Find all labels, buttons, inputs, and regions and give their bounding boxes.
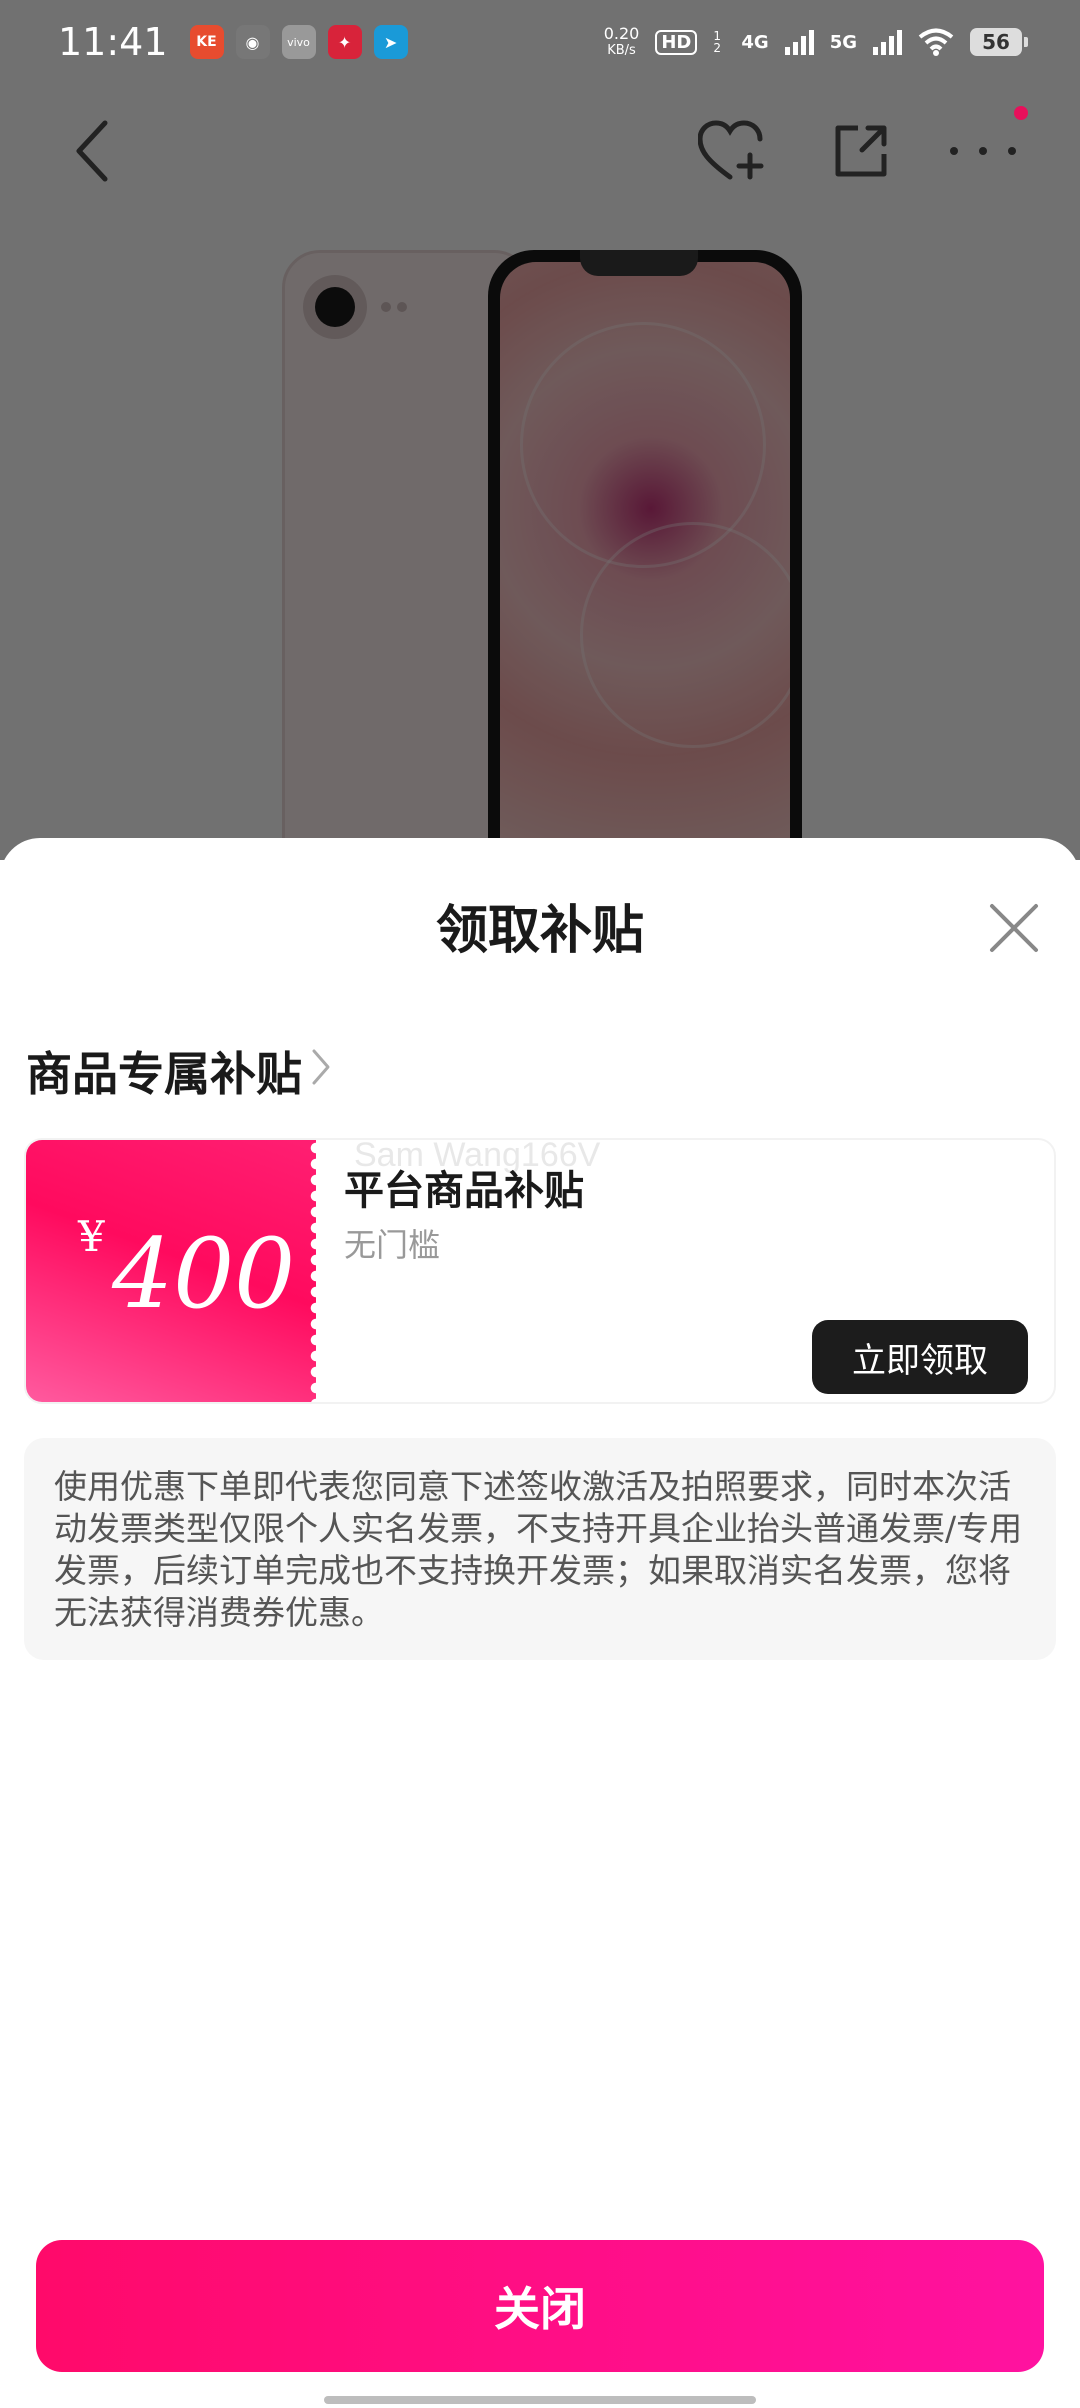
- section-title-label: 商品专属补贴: [26, 1047, 302, 1101]
- game-app-icon: ✦: [327, 25, 362, 59]
- sim-slots: 1 2: [713, 29, 722, 55]
- signal-5g-icon: [873, 29, 902, 55]
- claim-now-button[interactable]: 立即领取: [812, 1320, 1028, 1394]
- keep-app-icon: KE: [189, 25, 224, 59]
- vivo-app-icon: vivo: [281, 25, 316, 59]
- coupon-value-panel: ¥ 400: [26, 1140, 322, 1402]
- coupon-name: 平台商品补贴: [344, 1168, 584, 1214]
- coupon-amount: 400: [112, 1218, 296, 1330]
- net-speed: 0.20 KB/s: [603, 24, 640, 58]
- chevron-right-icon: [310, 1044, 332, 1098]
- product-top-nav: [0, 96, 1080, 206]
- coupon-card: ¥ 400 Sam Wang166V 平台商品补贴 无门槛 立即领取: [24, 1138, 1056, 1404]
- share-icon[interactable]: [826, 116, 896, 186]
- coupon-condition: 无门槛: [344, 1226, 441, 1264]
- status-indicators: 0.20 KB/s HD 1 2 4G 5G 56: [603, 24, 1028, 59]
- battery-icon: 56: [970, 28, 1028, 56]
- more-options-icon[interactable]: [948, 116, 1018, 186]
- notification-dot: [1014, 106, 1028, 120]
- home-indicator[interactable]: [324, 2396, 756, 2404]
- signal-4g-icon: [784, 29, 814, 55]
- section-title[interactable]: 商品专属补贴: [26, 1038, 332, 1104]
- sheet-title: 领取补贴: [435, 901, 644, 961]
- paper-plane-app-icon: ➤: [373, 25, 408, 59]
- subsidy-bottom-sheet: 领取补贴 商品专属补贴 ¥ 400 Sam Wang166V 平台商品补贴 无门…: [0, 838, 1080, 2408]
- coupon-currency: ¥: [78, 1212, 105, 1261]
- coupon-perforation: [310, 1140, 322, 1402]
- favorite-heart-icon[interactable]: [698, 116, 768, 186]
- ai-app-icon: ◉: [235, 25, 270, 59]
- signal-4g-label: 4G: [741, 31, 769, 53]
- close-button[interactable]: 关闭: [36, 2240, 1044, 2372]
- close-icon[interactable]: [984, 898, 1044, 958]
- wifi-icon: [918, 28, 954, 56]
- terms-notice: 使用优惠下单即代表您同意下述签收激活及拍照要求，同时本次活动发票类型仅限个人实名…: [24, 1438, 1056, 1660]
- back-icon[interactable]: [58, 116, 128, 186]
- status-time: 11:41: [58, 20, 168, 64]
- status-app-icons: KE ◉ vivo ✦ ➤: [189, 25, 408, 59]
- status-bar: 11:41 KE ◉ vivo ✦ ➤ 0.20 KB/s HD 1 2 4G …: [0, 0, 1080, 84]
- signal-5g-label: 5G: [829, 31, 857, 53]
- hd-icon: HD: [655, 29, 698, 55]
